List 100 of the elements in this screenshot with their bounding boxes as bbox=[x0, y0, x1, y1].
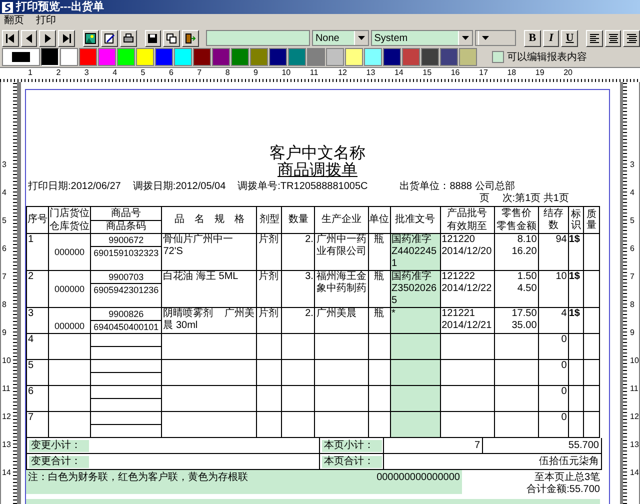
color-swatch[interactable] bbox=[440, 48, 458, 66]
page-setup-button[interactable] bbox=[101, 30, 118, 46]
table-cell bbox=[282, 412, 315, 438]
ruler-label: 14 bbox=[394, 68, 404, 79]
table-cell bbox=[583, 360, 600, 386]
table-cell: 4 bbox=[26, 334, 49, 360]
report-info: 打印日期:2012/06/27 bbox=[28, 180, 121, 193]
page-nav-button[interactable] bbox=[39, 30, 56, 46]
ruler-label: 16 bbox=[450, 68, 461, 79]
page-nav-button[interactable] bbox=[2, 30, 19, 46]
exit-button[interactable] bbox=[182, 30, 199, 46]
column-header: 产品批号 bbox=[446, 207, 488, 220]
column-header: 剂型 bbox=[256, 206, 282, 234]
format-button[interactable]: B bbox=[524, 30, 541, 46]
color-swatch[interactable] bbox=[307, 48, 325, 66]
color-swatch[interactable] bbox=[117, 48, 135, 66]
table-cell: 瓶 bbox=[368, 234, 390, 270]
edit-checkbox[interactable]: 可以编辑报表内容 bbox=[492, 50, 587, 64]
table-cell bbox=[314, 386, 368, 412]
page-nav-button[interactable] bbox=[20, 30, 38, 46]
color-swatch[interactable] bbox=[136, 48, 154, 66]
color-swatch[interactable] bbox=[402, 48, 420, 66]
summary-value: 伍拾伍元柒角 bbox=[539, 456, 599, 468]
color-swatch[interactable] bbox=[383, 48, 401, 66]
color-swatch[interactable] bbox=[421, 48, 439, 66]
table-cell bbox=[390, 360, 440, 386]
table-cell bbox=[314, 334, 368, 360]
color-swatch[interactable] bbox=[155, 48, 173, 66]
table-cell: 121221 2014/12/21 bbox=[440, 308, 494, 334]
size-select[interactable] bbox=[475, 30, 516, 46]
copy-button[interactable] bbox=[163, 30, 180, 46]
color-swatch[interactable] bbox=[174, 48, 192, 66]
table-cell bbox=[90, 386, 162, 412]
table-cell bbox=[583, 234, 600, 270]
menu-item[interactable]: 翻页 bbox=[4, 15, 24, 27]
color-swatch[interactable] bbox=[345, 48, 363, 66]
text-input-field[interactable] bbox=[206, 30, 310, 46]
color-swatch[interactable] bbox=[288, 48, 306, 66]
table-cell: 骨仙片广州中一 72'S bbox=[162, 234, 257, 270]
ruler-label: 8 bbox=[629, 300, 636, 311]
ruler-label: 8 bbox=[1, 300, 8, 311]
current-color[interactable] bbox=[2, 48, 40, 66]
column-header: 有效期至 bbox=[446, 220, 488, 233]
table-cell bbox=[583, 270, 600, 308]
column-header: 商品号 商品条码 bbox=[90, 206, 162, 234]
align-button[interactable] bbox=[586, 30, 603, 46]
color-swatch[interactable] bbox=[250, 48, 268, 66]
code-text: 000000000000000 bbox=[376, 472, 460, 485]
column-header: 数量 bbox=[282, 206, 315, 234]
table-cell: 瓶 bbox=[368, 270, 390, 308]
color-swatch[interactable] bbox=[193, 48, 211, 66]
table-cell: 1$ bbox=[568, 308, 584, 334]
table-cell: 3. bbox=[282, 270, 315, 308]
ruler-label: 9 bbox=[1, 328, 8, 339]
report-info: 调拨日期:2012/05/04 bbox=[132, 180, 226, 193]
app-icon bbox=[2, 2, 13, 12]
table-cell: 121222 2014/12/22 bbox=[440, 270, 494, 308]
table-cell bbox=[282, 334, 315, 360]
table-cell bbox=[368, 360, 390, 386]
format-button[interactable]: I bbox=[542, 30, 560, 46]
save-button[interactable] bbox=[144, 30, 162, 46]
ruler-label: 6 bbox=[168, 68, 174, 79]
column-header: 品 名 规 格 bbox=[162, 206, 257, 234]
page-nav-button[interactable] bbox=[58, 30, 75, 46]
table-cell: 片剂 bbox=[256, 270, 282, 308]
ruler-label: 17 bbox=[479, 68, 489, 79]
image-button[interactable] bbox=[82, 30, 100, 46]
color-swatch[interactable] bbox=[326, 48, 344, 66]
style-select[interactable]: None bbox=[312, 30, 370, 46]
printer-icon bbox=[122, 32, 134, 44]
ruler-label: 6 bbox=[1, 244, 8, 255]
color-swatch[interactable] bbox=[459, 48, 477, 66]
table-cell bbox=[256, 412, 282, 438]
format-button[interactable]: U bbox=[561, 30, 578, 46]
column-header: 标识 bbox=[568, 206, 584, 234]
table-cell: 1 bbox=[26, 234, 49, 270]
ruler-label: 2 bbox=[56, 68, 62, 79]
print-button[interactable] bbox=[120, 30, 137, 46]
ruler-label: 9 bbox=[629, 328, 636, 339]
color-swatch[interactable] bbox=[212, 48, 230, 66]
color-swatch[interactable] bbox=[41, 48, 59, 66]
table-cell bbox=[583, 412, 600, 438]
color-swatch[interactable] bbox=[364, 48, 382, 66]
table-cell bbox=[583, 308, 600, 334]
align-button[interactable] bbox=[623, 30, 640, 46]
color-swatch[interactable] bbox=[98, 48, 116, 66]
ruler-label: 3 bbox=[629, 160, 636, 171]
color-swatch[interactable] bbox=[60, 48, 78, 66]
ruler-label: 8 bbox=[225, 68, 231, 79]
table-cell bbox=[282, 386, 315, 412]
color-swatch[interactable] bbox=[269, 48, 287, 66]
caret-icon bbox=[482, 36, 490, 40]
align-button[interactable] bbox=[604, 30, 622, 46]
color-swatch[interactable] bbox=[231, 48, 249, 66]
menu-item[interactable]: 打印 bbox=[36, 15, 56, 27]
color-swatch[interactable] bbox=[79, 48, 97, 66]
ruler-label: 19 bbox=[535, 68, 546, 79]
table-cell: 9900672 6901591032323 bbox=[90, 234, 162, 270]
font-select[interactable]: System bbox=[371, 30, 474, 46]
table-cell bbox=[494, 334, 538, 360]
